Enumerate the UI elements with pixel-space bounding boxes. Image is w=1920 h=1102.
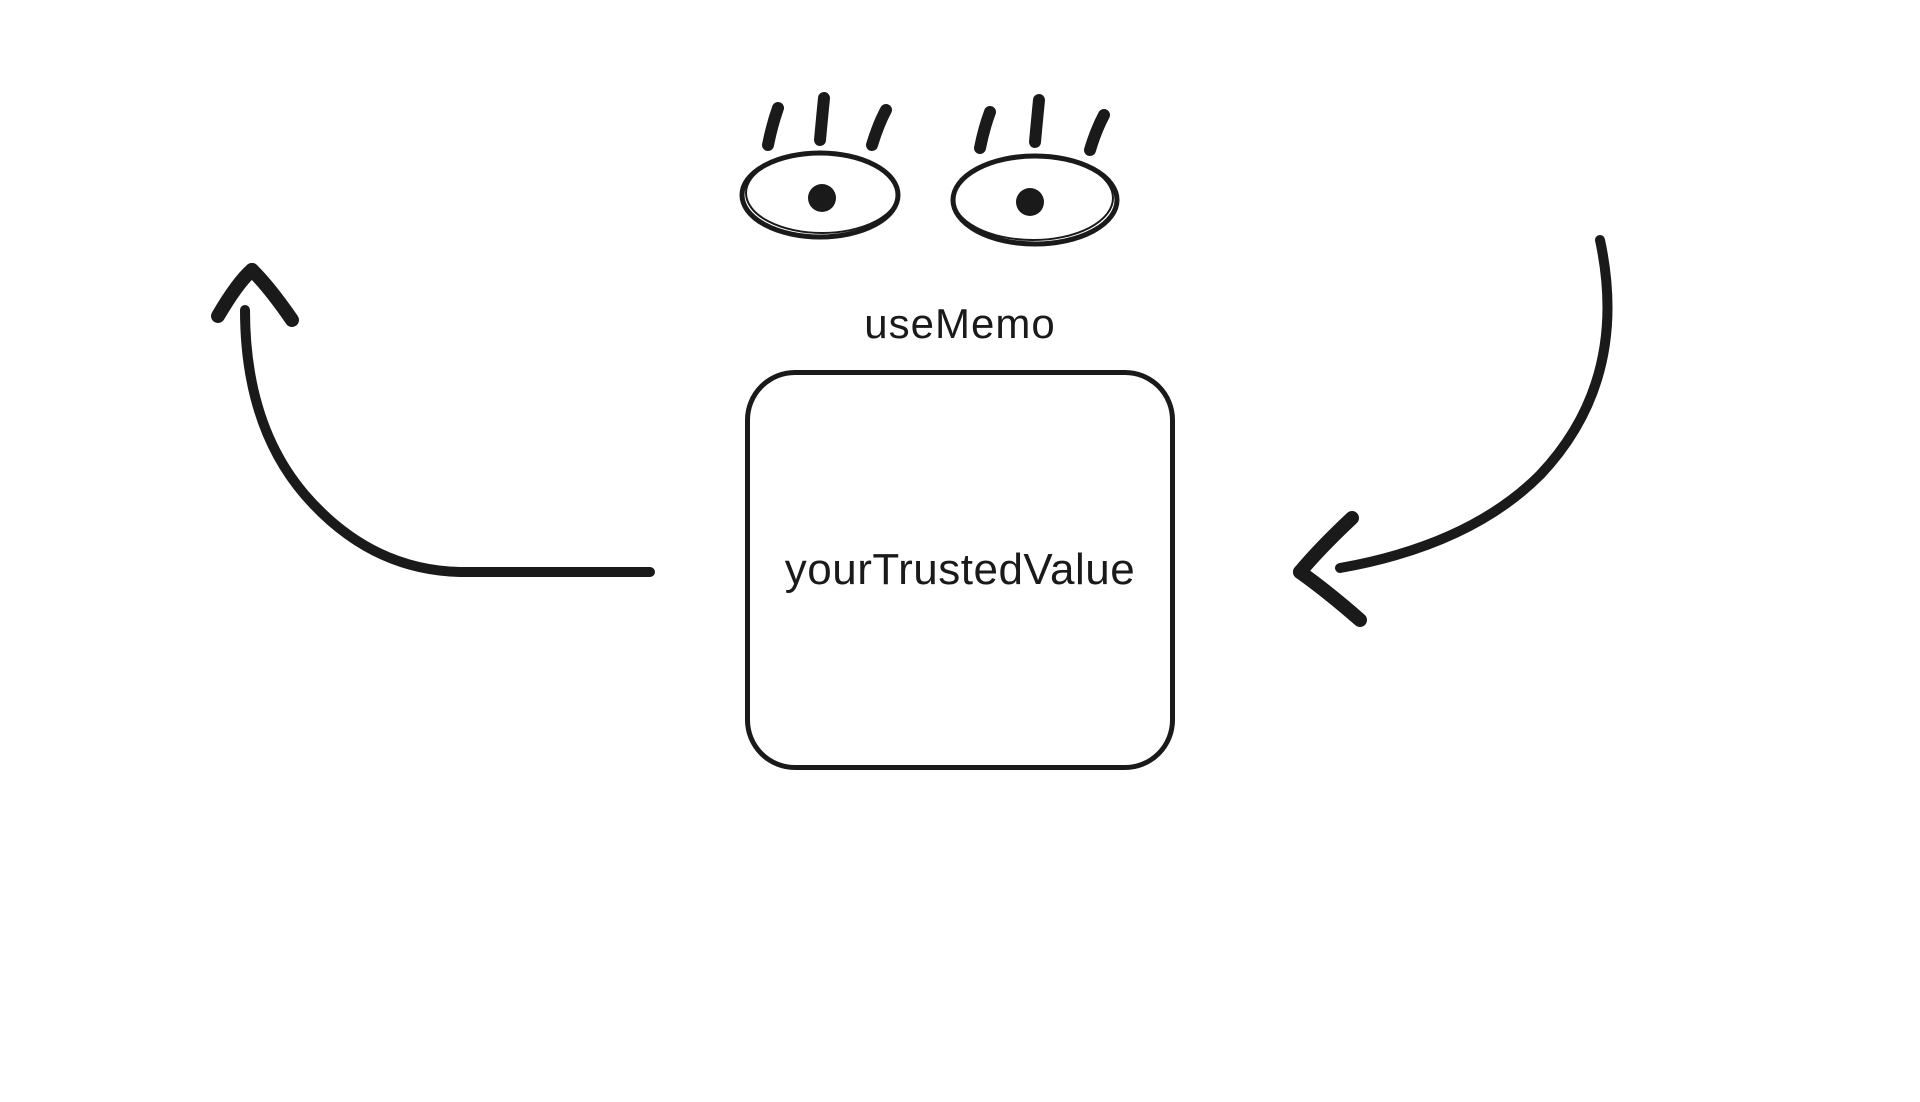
diagram-canvas: useMemo yourTrustedValue [0,0,1920,1102]
value-box: yourTrustedValue [745,370,1175,770]
arrow-left [218,270,650,572]
arrow-right [1300,240,1608,620]
box-label: yourTrustedValue [785,545,1135,595]
eye-left [742,98,898,237]
title-label: useMemo [864,300,1055,348]
eye-right [953,100,1117,244]
